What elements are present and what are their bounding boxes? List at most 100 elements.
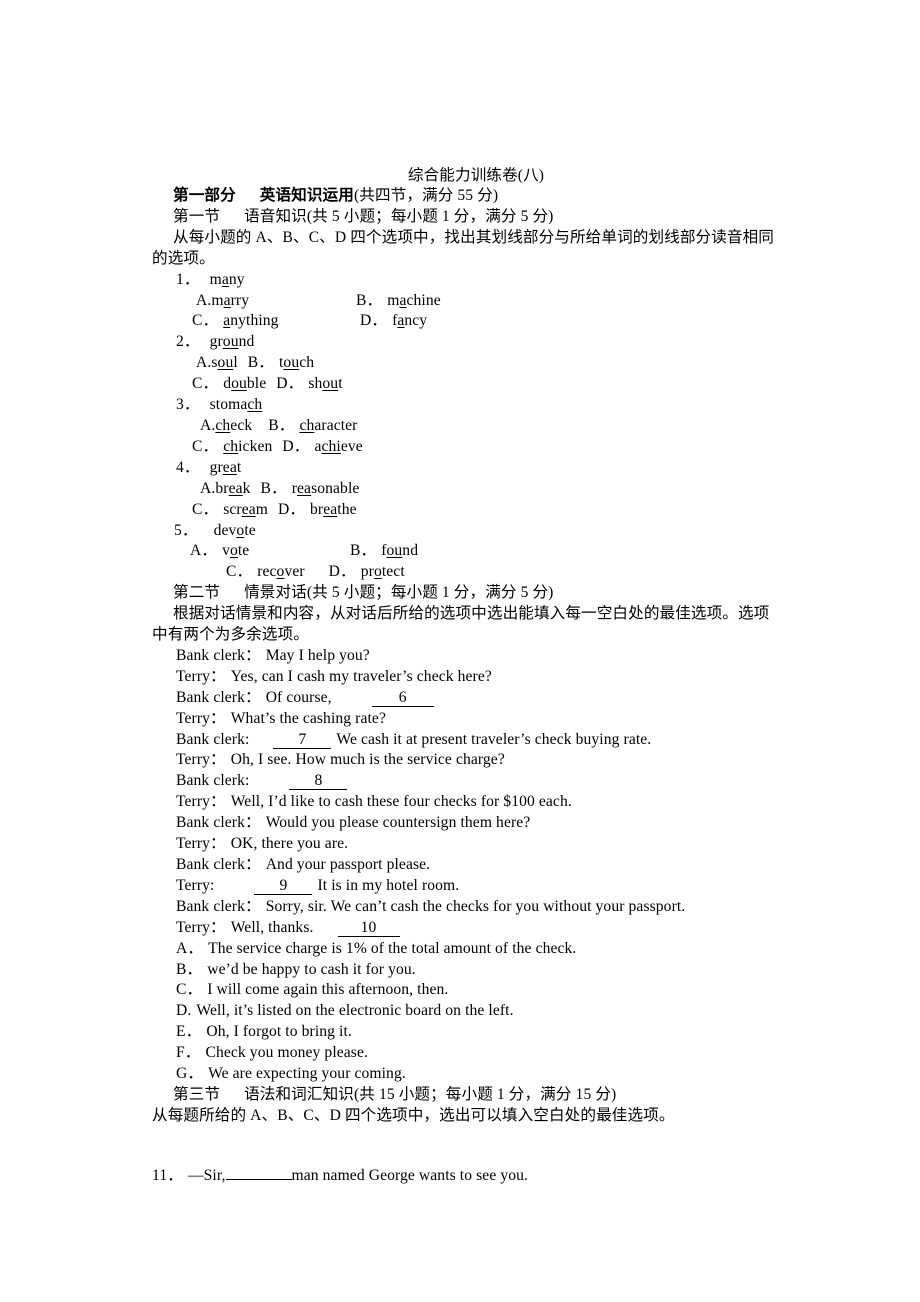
word-post: rry — [230, 291, 250, 309]
dialogue-speaker: Terry： — [176, 918, 226, 936]
question-2-stem: 2． ground — [152, 332, 776, 353]
word-underlined: ou — [217, 354, 234, 372]
dialogue-speaker: Bank clerk: — [176, 730, 250, 748]
option-label: A. — [196, 291, 212, 309]
word-post: eve — [340, 437, 363, 455]
question-5-options-row-1: A． vote B． found — [152, 541, 776, 562]
word-pre: dev — [213, 521, 237, 539]
section-three-paren: (共 15 小题；每小题 1 分，满分 15 分) — [353, 1085, 617, 1103]
dialogue-blank-6[interactable]: 6 — [371, 689, 434, 707]
word-post: te — [237, 542, 250, 560]
word-pre: gr — [209, 458, 223, 476]
question-1-option-d: D． fancy — [360, 312, 427, 329]
dialogue-line: Terry: 9 It is in my hotel room. — [152, 876, 776, 897]
word-underlined: a — [221, 270, 229, 288]
option-label: A． — [190, 542, 218, 560]
question-5-option-c: C． recover — [226, 563, 305, 580]
question-11: 11． —Sir, man named George wants to see yo… — [152, 1166, 776, 1187]
dialogue-line: Terry： Well, thanks. 10 — [152, 918, 776, 939]
option-label: D． — [282, 437, 310, 455]
option-label: B． — [356, 291, 383, 309]
vertical-gap — [152, 1158, 776, 1166]
word-pre: m — [211, 291, 224, 309]
section-two-paren: (共 5 小题；每小题 1 分，满分 5 分) — [306, 584, 554, 602]
question-5-word: devote — [214, 522, 256, 539]
dialogue-line: Bank clerk： May I help you? — [152, 646, 776, 667]
choice-text: Well, it’s listed on the electronic boar… — [196, 1002, 514, 1020]
word-post: ch — [299, 354, 315, 372]
word-pre: rec — [257, 563, 277, 581]
choice-option-f[interactable]: F． Check you money please. — [152, 1043, 776, 1064]
section-two-instruction: 根据对话情景和内容，从对话后所给的选项中选出能填入每一空白处的最佳选项。选项中有… — [152, 605, 770, 644]
dialogue-line: Terry： Yes, can I cash my traveler’s chec… — [152, 667, 776, 688]
word-underlined: ea — [323, 500, 338, 518]
section-two-name: 情景对话 — [244, 584, 307, 602]
dialogue-speaker: Terry： — [176, 835, 226, 853]
dialogue-text: Well, I’d like to cash these four checks… — [230, 793, 572, 811]
choice-label: E． — [176, 1023, 202, 1041]
word-pre: br — [215, 479, 229, 497]
choice-option-g[interactable]: G． We are expecting your coming. — [152, 1064, 776, 1085]
part-one-heading-paren: (共四节，满分 55 分) — [353, 187, 499, 204]
word-underlined: ch — [223, 437, 239, 455]
choice-label: A． — [176, 939, 204, 957]
question-2-word: ground — [210, 333, 255, 350]
dialogue-text: What’s the cashing rate? — [230, 709, 386, 727]
dialogue-line: Bank clerk： Of course, 6 — [152, 688, 776, 709]
dialogue-text: Oh, I see. How much is the service charg… — [230, 751, 505, 769]
question-3-option-c: C． chicken — [192, 438, 272, 455]
dialogue-line: Bank clerk： And your passport please. — [152, 855, 776, 876]
word-post: nd — [238, 333, 255, 351]
question-5-option-b: B． found — [350, 542, 418, 559]
dialogue-speaker: Bank clerk： — [176, 688, 261, 706]
dialogue-blank-8[interactable]: 8 — [289, 772, 348, 791]
word-pre: scr — [223, 500, 242, 518]
word-post: ncy — [404, 312, 428, 330]
question-2-options-row-1: A.soul B． touch — [152, 353, 776, 374]
dialogue-line: Terry： OK, there you are. — [152, 834, 776, 855]
word-underlined: ea — [241, 500, 256, 518]
option-label: D． — [360, 312, 388, 330]
word-post: sonable — [311, 479, 360, 497]
option-label: A. — [200, 479, 216, 497]
question-5-option-a: A． vote — [190, 541, 350, 562]
dialogue-text-after: It is in my hotel room. — [317, 876, 460, 894]
question-1-option-a: A.marry — [196, 291, 356, 312]
choice-option-a[interactable]: A． The service charge is 1% of the total … — [152, 939, 776, 960]
dialogue-text: Of course, — [265, 688, 332, 706]
choice-option-d[interactable]: D. Well, it’s listed on the electronic bo… — [152, 1001, 776, 1022]
question-1-number: 1． — [176, 270, 200, 288]
dialogue-blank-9[interactable]: 9 — [254, 877, 313, 895]
choice-label: D. — [176, 1002, 192, 1020]
choice-label: G． — [176, 1065, 204, 1083]
question-2-option-d: D． shout — [276, 375, 342, 392]
question-5-options-row-2: C． recover D． protect — [152, 562, 776, 583]
question-3-stem: 3． stomach — [152, 395, 776, 416]
word-pre: pr — [360, 563, 374, 581]
word-post: nything — [230, 312, 279, 330]
question-3-option-b: B． character — [268, 417, 357, 434]
question-4-stem: 4． great — [152, 458, 776, 479]
dialogue-blank-7[interactable]: 7 — [273, 731, 332, 749]
question-1-option-b: B． machine — [356, 292, 441, 309]
question-11-number: 11． — [152, 1166, 183, 1184]
word-underlined: ea — [222, 458, 237, 476]
choice-option-e[interactable]: E． Oh, I forgot to bring it. — [152, 1022, 776, 1043]
section-three-label: 第三节 — [173, 1085, 221, 1103]
choice-option-b[interactable]: B． we’d be happy to cash it for you. — [152, 960, 776, 981]
dialogue-speaker: Bank clerk： — [176, 856, 261, 873]
choice-option-c[interactable]: C． I will come again this afternoon, then… — [152, 980, 776, 1001]
section-one-label: 第一节 — [173, 207, 221, 225]
question-4-option-b: B． reasonable — [261, 480, 360, 497]
option-label: B． — [350, 542, 377, 560]
word-post: ver — [284, 563, 305, 581]
word-post: m — [255, 500, 268, 518]
dialogue-blank-10[interactable]: 10 — [337, 919, 400, 937]
dialogue-speaker: Bank clerk： — [176, 897, 261, 915]
option-label: D． — [328, 563, 356, 581]
question-11-blank[interactable] — [225, 1178, 292, 1180]
choice-text: Oh, I forgot to bring it. — [206, 1023, 352, 1041]
word-underlined: ch — [299, 416, 315, 434]
question-11-post: man named George wants to see you. — [291, 1166, 529, 1184]
question-3-options-row-1: A.check B． character — [152, 416, 776, 437]
